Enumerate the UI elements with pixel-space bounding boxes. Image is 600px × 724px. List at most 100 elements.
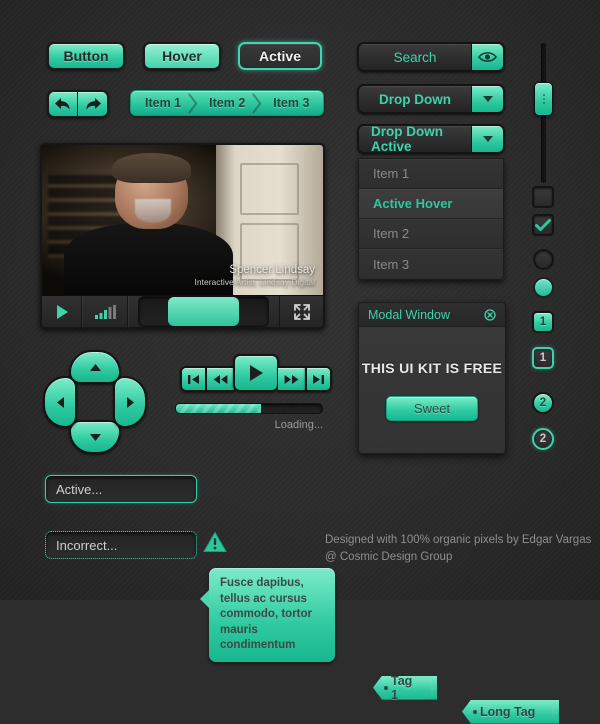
breadcrumb-item-2[interactable]: Item 2 — [195, 91, 259, 115]
modal-title-bar[interactable]: Modal Window — [359, 303, 505, 327]
dropdown-closed[interactable]: Drop Down — [357, 84, 505, 114]
breadcrumb-item-1[interactable]: Item 1 — [131, 91, 195, 115]
triangle-up-icon — [89, 363, 101, 371]
slider-thumb[interactable] — [534, 82, 553, 117]
loading-fill — [176, 404, 261, 413]
badge-label: 1 — [539, 316, 547, 328]
forward-button[interactable] — [78, 92, 107, 116]
tag-label: Long Tag — [480, 704, 536, 719]
back-button[interactable] — [49, 92, 78, 116]
badge-square-filled[interactable]: 1 — [532, 311, 554, 333]
dpad-up-button[interactable] — [69, 350, 121, 384]
button-normal[interactable]: Button — [47, 42, 125, 70]
media-play-button[interactable] — [233, 354, 279, 392]
dropdown-list: Item 1 Active Hover Item 2 Item 3 — [358, 158, 504, 280]
warning-indicator[interactable] — [203, 531, 227, 553]
button-active[interactable]: Active — [238, 42, 322, 70]
button-normal-label: Button — [63, 48, 109, 64]
video-progress-fill — [168, 297, 239, 326]
skip-back-icon — [188, 374, 199, 384]
modal-title: Modal Window — [368, 307, 450, 322]
video-frame[interactable]: Spencer Lindsay Interactive Artist, Lind… — [42, 145, 323, 295]
triangle-down-icon — [89, 433, 101, 441]
breadcrumb-item-3[interactable]: Item 3 — [259, 91, 323, 115]
dropdown-item-label: Item 2 — [373, 226, 410, 241]
button-active-label: Active — [258, 48, 302, 64]
arrow-forward-icon — [85, 98, 101, 110]
dpad-right-button[interactable] — [113, 376, 147, 428]
tag-torn-edge — [430, 675, 437, 700]
credit-line-1: Designed with 100% organic pixels by Edg… — [325, 534, 592, 546]
triangle-left-icon — [56, 396, 64, 408]
dropdown-item-label: Item 1 — [373, 166, 410, 181]
search-input[interactable]: Search — [359, 44, 471, 70]
dropdown-item-4[interactable]: Item 3 — [359, 249, 503, 279]
badge-label: 1 — [539, 352, 547, 364]
close-circle-icon — [484, 308, 496, 321]
tag-dot-icon — [473, 709, 477, 714]
dropdown-open-toggle[interactable] — [471, 126, 503, 152]
video-volume-button[interactable] — [82, 296, 128, 327]
dropdown-open-value-wrap: Drop Down Active — [359, 126, 471, 152]
radio-selected[interactable] — [533, 277, 554, 298]
chevron-down-icon — [482, 96, 493, 102]
badge-circle-filled[interactable]: 2 — [532, 392, 554, 414]
checkbox-unchecked[interactable] — [532, 186, 554, 208]
radio-unselected[interactable] — [533, 249, 554, 270]
drag-grip-icon — [542, 92, 545, 106]
arrow-back-icon — [55, 98, 70, 110]
dpad-left-button[interactable] — [43, 376, 77, 428]
dropdown-item-2[interactable]: Active Hover — [359, 189, 503, 219]
fast-forward-icon — [284, 374, 299, 384]
media-forward-button[interactable] — [278, 366, 305, 392]
breadcrumb-label: Item 1 — [145, 96, 182, 110]
loading-label: Loading... — [274, 419, 323, 431]
button-hover[interactable]: Hover — [143, 42, 221, 70]
video-fullscreen-button[interactable] — [279, 296, 323, 327]
video-caption-name: Spencer Lindsay — [229, 264, 315, 276]
volume-bars-icon — [94, 304, 116, 319]
dropdown-closed-label: Drop Down — [379, 91, 451, 107]
tag-2[interactable]: Long Tag — [462, 699, 559, 724]
tooltip: Fusce dapibus, tellus ac cursus commodo,… — [200, 568, 335, 662]
dropdown-open[interactable]: Drop Down Active — [357, 124, 505, 154]
video-play-button[interactable] — [42, 296, 82, 327]
dropdown-item-1[interactable]: Item 1 — [359, 159, 503, 189]
modal-close-button[interactable] — [484, 308, 496, 321]
text-input-active[interactable]: Active... — [45, 475, 197, 503]
media-prev-button[interactable] — [180, 366, 207, 392]
modal-window: Modal Window THIS UI KIT IS FREE Sweet — [358, 302, 506, 454]
tag-torn-edge — [552, 699, 559, 724]
modal-confirm-button[interactable]: Sweet — [386, 395, 478, 421]
badge-square-outline[interactable]: 1 — [532, 347, 554, 369]
check-icon — [535, 218, 551, 231]
ui-kit-canvas: Button Hover Active Item 1 Item 2 Item 3 — [0, 0, 600, 724]
dropdown-item-label: Active Hover — [373, 196, 453, 211]
dropdown-closed-toggle[interactable] — [471, 86, 503, 112]
vertical-slider[interactable] — [534, 43, 553, 183]
dropdown-item-3[interactable]: Item 2 — [359, 219, 503, 249]
badge-circle-outline[interactable]: 2 — [532, 428, 554, 450]
dpad-down-button[interactable] — [69, 420, 121, 454]
media-rewind-button[interactable] — [207, 366, 234, 392]
text-input-error[interactable]: Incorrect... — [45, 531, 197, 559]
video-caption-role: Interactive Artist, Lindsay Digital — [194, 277, 315, 287]
video-controls-bar — [42, 295, 323, 327]
dropdown-closed-value-wrap: Drop Down — [359, 86, 471, 112]
search-reveal-button[interactable] — [471, 44, 503, 70]
video-player: Spencer Lindsay Interactive Artist, Lind… — [40, 143, 325, 329]
dropdown-item-label: Item 3 — [373, 256, 410, 272]
play-icon — [56, 304, 68, 319]
video-progress-bar[interactable] — [138, 296, 269, 327]
search-field[interactable]: Search — [357, 42, 505, 72]
warning-triangle-icon — [203, 531, 227, 552]
tag-1[interactable]: Tag 1 — [373, 675, 437, 700]
loading-track — [175, 403, 323, 414]
media-next-button[interactable] — [305, 366, 332, 392]
skip-forward-icon — [313, 374, 324, 384]
chevron-down-icon — [482, 136, 493, 142]
rewind-icon — [213, 374, 228, 384]
checkbox-checked[interactable] — [532, 214, 554, 236]
dropdown-open-label: Drop Down Active — [371, 124, 443, 154]
badge-label: 2 — [539, 397, 547, 409]
